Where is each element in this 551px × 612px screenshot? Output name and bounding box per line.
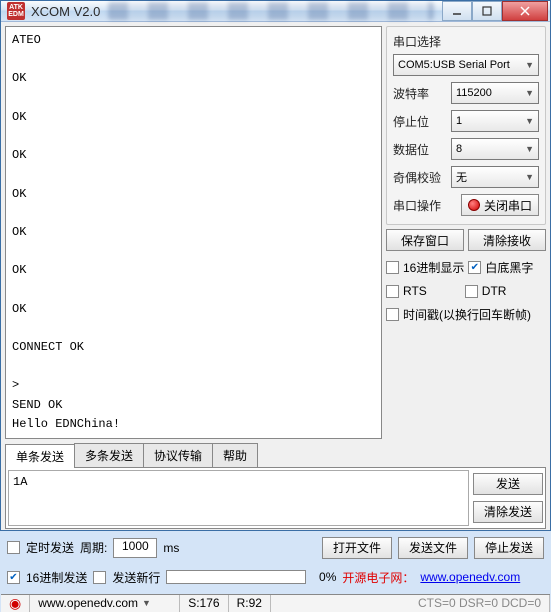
tab-protocol[interactable]: 协议传输: [143, 443, 213, 467]
progress-percent: 0%: [312, 570, 336, 584]
close-port-button[interactable]: 关闭串口: [461, 194, 539, 216]
timed-send-label: 定时发送: [26, 539, 74, 556]
status-sent: S:176: [180, 595, 228, 612]
stop-send-button[interactable]: 停止发送: [474, 537, 544, 559]
titlebar: ATK EDM XCOM V2.0: [1, 1, 550, 22]
tab-single-send[interactable]: 单条发送: [5, 444, 75, 468]
databit-combo[interactable]: 8▼: [451, 138, 539, 160]
titlebar-blur: [108, 2, 434, 20]
tab-help[interactable]: 帮助: [212, 443, 258, 467]
stopbit-combo[interactable]: 1▼: [451, 110, 539, 132]
app-icon: ATK EDM: [7, 2, 25, 20]
chevron-down-icon: ▼: [525, 116, 534, 126]
link-label: 开源电子网：: [342, 569, 414, 586]
hex-send-label: 16进制发送: [26, 569, 87, 586]
chevron-down-icon: ▼: [525, 60, 534, 70]
open-file-button[interactable]: 打开文件: [322, 537, 392, 559]
rts-checkbox[interactable]: [386, 285, 399, 298]
port-select-combo[interactable]: COM5:USB Serial Port ▼: [393, 54, 539, 76]
close-button[interactable]: [502, 1, 548, 21]
side-panel: 串口选择 COM5:USB Serial Port ▼ 波特率 115200▼ …: [386, 26, 546, 439]
databit-label: 数据位: [393, 141, 447, 158]
chevron-down-icon: ▼: [525, 172, 534, 182]
tab-multi-send[interactable]: 多条发送: [74, 443, 144, 467]
period-label: 周期:: [80, 539, 107, 556]
dtr-label: DTR: [482, 284, 507, 298]
status-lines: CTS=0 DSR=0 DCD=0: [271, 595, 550, 612]
send-input[interactable]: 1A: [8, 470, 469, 526]
rts-label: RTS: [403, 284, 427, 298]
timestamp-checkbox[interactable]: [386, 308, 399, 321]
save-window-button[interactable]: 保存窗口: [386, 229, 464, 251]
hex-display-checkbox[interactable]: [386, 261, 399, 274]
send-button[interactable]: 发送: [473, 473, 543, 495]
clear-receive-button[interactable]: 清除接收: [468, 229, 546, 251]
website-link[interactable]: www.openedv.com: [420, 570, 520, 584]
chevron-down-icon: ▼: [525, 88, 534, 98]
timed-send-checkbox[interactable]: [7, 541, 20, 554]
status-bar: ◉ www.openedv.com▼ S:176 R:92 CTS=0 DSR=…: [1, 594, 550, 612]
timestamp-label: 时间戳(以换行回车断帧): [403, 306, 531, 323]
maximize-button[interactable]: [472, 1, 502, 21]
dtr-checkbox[interactable]: [465, 285, 478, 298]
port-op-label: 串口操作: [393, 197, 447, 214]
hex-send-checkbox[interactable]: ✔: [7, 571, 20, 584]
app-window: ATK EDM XCOM V2.0 ATEO OK OK OK OK OK OK…: [0, 0, 551, 531]
parity-combo[interactable]: 无▼: [451, 166, 539, 188]
status-dot-icon: [468, 199, 480, 211]
hex-display-label: 16进制显示: [403, 259, 464, 276]
receive-output[interactable]: ATEO OK OK OK OK OK OK OK CONNECT OK > S…: [5, 26, 382, 439]
send-newline-label: 发送新行: [112, 569, 160, 586]
baud-label: 波特率: [393, 85, 447, 102]
period-unit: ms: [163, 541, 179, 555]
progress-bar: [166, 570, 306, 584]
send-file-button[interactable]: 发送文件: [398, 537, 468, 559]
port-select-value: COM5:USB Serial Port: [398, 59, 510, 71]
status-recv: R:92: [229, 595, 271, 612]
baud-combo[interactable]: 115200▼: [451, 82, 539, 104]
minimize-button[interactable]: [442, 1, 472, 21]
send-tabs: 单条发送 多条发送 协议传输 帮助: [5, 443, 546, 468]
chevron-down-icon: ▼: [525, 144, 534, 154]
status-stop-icon[interactable]: ◉: [1, 595, 30, 612]
clear-send-button[interactable]: 清除发送: [473, 501, 543, 523]
send-newline-checkbox[interactable]: [93, 571, 106, 584]
status-url[interactable]: www.openedv.com▼: [30, 595, 180, 612]
stopbit-label: 停止位: [393, 113, 447, 130]
parity-label: 奇偶校验: [393, 169, 447, 186]
white-bg-label: 白底黑字: [485, 259, 533, 276]
port-select-label: 串口选择: [393, 33, 539, 50]
window-title: XCOM V2.0: [31, 4, 100, 19]
white-bg-checkbox[interactable]: ✔: [468, 261, 481, 274]
period-input[interactable]: 1000: [113, 538, 157, 558]
